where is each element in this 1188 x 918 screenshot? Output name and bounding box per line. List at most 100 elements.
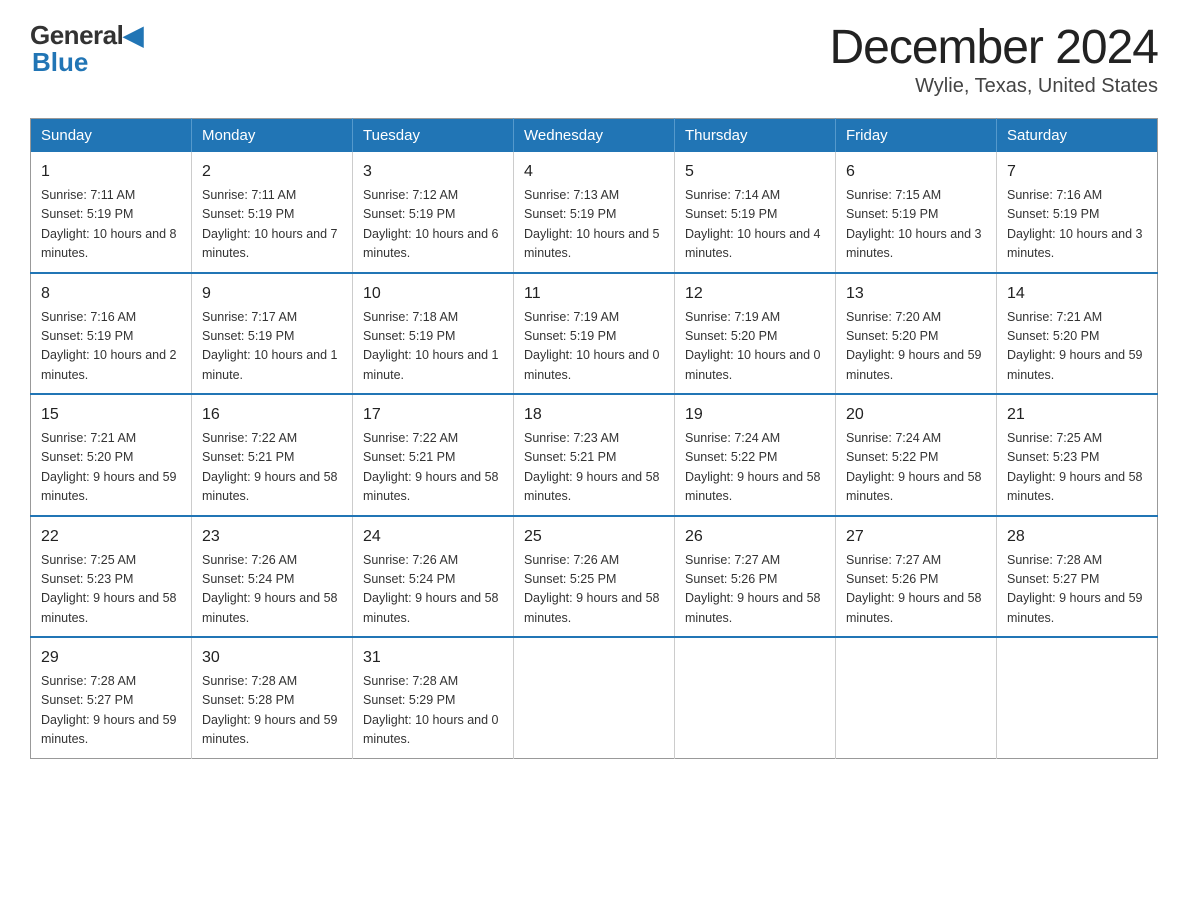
day-number: 5 xyxy=(685,160,825,184)
day-info: Sunrise: 7:25 AMSunset: 5:23 PMDaylight:… xyxy=(41,551,181,629)
day-info: Sunrise: 7:24 AMSunset: 5:22 PMDaylight:… xyxy=(846,429,986,507)
day-number: 20 xyxy=(846,403,986,427)
calendar-cell: 10Sunrise: 7:18 AMSunset: 5:19 PMDayligh… xyxy=(353,273,514,395)
day-number: 27 xyxy=(846,525,986,549)
day-info: Sunrise: 7:21 AMSunset: 5:20 PMDaylight:… xyxy=(1007,308,1147,386)
day-number: 7 xyxy=(1007,160,1147,184)
calendar-cell: 13Sunrise: 7:20 AMSunset: 5:20 PMDayligh… xyxy=(836,273,997,395)
column-header-friday: Friday xyxy=(836,119,997,153)
calendar-week-row: 1Sunrise: 7:11 AMSunset: 5:19 PMDaylight… xyxy=(31,152,1158,273)
day-info: Sunrise: 7:19 AMSunset: 5:19 PMDaylight:… xyxy=(524,308,664,386)
day-info: Sunrise: 7:23 AMSunset: 5:21 PMDaylight:… xyxy=(524,429,664,507)
calendar-cell: 22Sunrise: 7:25 AMSunset: 5:23 PMDayligh… xyxy=(31,516,192,638)
calendar-cell: 29Sunrise: 7:28 AMSunset: 5:27 PMDayligh… xyxy=(31,637,192,758)
day-number: 28 xyxy=(1007,525,1147,549)
day-number: 23 xyxy=(202,525,342,549)
day-number: 6 xyxy=(846,160,986,184)
day-info: Sunrise: 7:28 AMSunset: 5:27 PMDaylight:… xyxy=(1007,551,1147,629)
day-info: Sunrise: 7:18 AMSunset: 5:19 PMDaylight:… xyxy=(363,308,503,386)
day-number: 11 xyxy=(524,282,664,306)
calendar-cell: 30Sunrise: 7:28 AMSunset: 5:28 PMDayligh… xyxy=(192,637,353,758)
calendar-cell: 17Sunrise: 7:22 AMSunset: 5:21 PMDayligh… xyxy=(353,394,514,516)
month-title: December 2024 xyxy=(829,20,1158,75)
day-number: 31 xyxy=(363,646,503,670)
day-info: Sunrise: 7:28 AMSunset: 5:29 PMDaylight:… xyxy=(363,672,503,750)
calendar-cell xyxy=(836,637,997,758)
day-number: 10 xyxy=(363,282,503,306)
day-number: 21 xyxy=(1007,403,1147,427)
calendar-cell: 21Sunrise: 7:25 AMSunset: 5:23 PMDayligh… xyxy=(997,394,1158,516)
logo: General ◀ Blue xyxy=(30,20,143,78)
day-number: 18 xyxy=(524,403,664,427)
day-number: 14 xyxy=(1007,282,1147,306)
calendar-week-row: 8Sunrise: 7:16 AMSunset: 5:19 PMDaylight… xyxy=(31,273,1158,395)
calendar-cell: 8Sunrise: 7:16 AMSunset: 5:19 PMDaylight… xyxy=(31,273,192,395)
logo-blue-text: ◀ xyxy=(123,20,143,51)
calendar-cell: 26Sunrise: 7:27 AMSunset: 5:26 PMDayligh… xyxy=(675,516,836,638)
day-number: 16 xyxy=(202,403,342,427)
page-header: General ◀ Blue December 2024 Wylie, Texa… xyxy=(30,20,1158,98)
calendar-cell: 11Sunrise: 7:19 AMSunset: 5:19 PMDayligh… xyxy=(514,273,675,395)
day-info: Sunrise: 7:19 AMSunset: 5:20 PMDaylight:… xyxy=(685,308,825,386)
day-info: Sunrise: 7:17 AMSunset: 5:19 PMDaylight:… xyxy=(202,308,342,386)
day-info: Sunrise: 7:25 AMSunset: 5:23 PMDaylight:… xyxy=(1007,429,1147,507)
day-number: 1 xyxy=(41,160,181,184)
day-number: 9 xyxy=(202,282,342,306)
calendar-cell: 23Sunrise: 7:26 AMSunset: 5:24 PMDayligh… xyxy=(192,516,353,638)
day-info: Sunrise: 7:11 AMSunset: 5:19 PMDaylight:… xyxy=(41,186,181,264)
calendar-cell: 28Sunrise: 7:28 AMSunset: 5:27 PMDayligh… xyxy=(997,516,1158,638)
day-info: Sunrise: 7:22 AMSunset: 5:21 PMDaylight:… xyxy=(202,429,342,507)
calendar-table: SundayMondayTuesdayWednesdayThursdayFrid… xyxy=(30,118,1158,759)
day-number: 12 xyxy=(685,282,825,306)
calendar-cell: 2Sunrise: 7:11 AMSunset: 5:19 PMDaylight… xyxy=(192,152,353,273)
calendar-header-row: SundayMondayTuesdayWednesdayThursdayFrid… xyxy=(31,119,1158,153)
calendar-week-row: 15Sunrise: 7:21 AMSunset: 5:20 PMDayligh… xyxy=(31,394,1158,516)
day-number: 4 xyxy=(524,160,664,184)
day-info: Sunrise: 7:15 AMSunset: 5:19 PMDaylight:… xyxy=(846,186,986,264)
column-header-wednesday: Wednesday xyxy=(514,119,675,153)
calendar-cell xyxy=(997,637,1158,758)
day-info: Sunrise: 7:16 AMSunset: 5:19 PMDaylight:… xyxy=(1007,186,1147,264)
title-section: December 2024 Wylie, Texas, United State… xyxy=(829,20,1158,98)
calendar-cell: 18Sunrise: 7:23 AMSunset: 5:21 PMDayligh… xyxy=(514,394,675,516)
day-info: Sunrise: 7:11 AMSunset: 5:19 PMDaylight:… xyxy=(202,186,342,264)
day-info: Sunrise: 7:28 AMSunset: 5:28 PMDaylight:… xyxy=(202,672,342,750)
day-number: 25 xyxy=(524,525,664,549)
day-info: Sunrise: 7:24 AMSunset: 5:22 PMDaylight:… xyxy=(685,429,825,507)
column-header-tuesday: Tuesday xyxy=(353,119,514,153)
calendar-cell: 16Sunrise: 7:22 AMSunset: 5:21 PMDayligh… xyxy=(192,394,353,516)
column-header-saturday: Saturday xyxy=(997,119,1158,153)
calendar-cell xyxy=(675,637,836,758)
calendar-cell: 25Sunrise: 7:26 AMSunset: 5:25 PMDayligh… xyxy=(514,516,675,638)
day-info: Sunrise: 7:13 AMSunset: 5:19 PMDaylight:… xyxy=(524,186,664,264)
day-info: Sunrise: 7:21 AMSunset: 5:20 PMDaylight:… xyxy=(41,429,181,507)
calendar-week-row: 29Sunrise: 7:28 AMSunset: 5:27 PMDayligh… xyxy=(31,637,1158,758)
calendar-cell: 31Sunrise: 7:28 AMSunset: 5:29 PMDayligh… xyxy=(353,637,514,758)
calendar-cell: 12Sunrise: 7:19 AMSunset: 5:20 PMDayligh… xyxy=(675,273,836,395)
day-info: Sunrise: 7:26 AMSunset: 5:24 PMDaylight:… xyxy=(202,551,342,629)
column-header-monday: Monday xyxy=(192,119,353,153)
day-info: Sunrise: 7:27 AMSunset: 5:26 PMDaylight:… xyxy=(846,551,986,629)
day-info: Sunrise: 7:12 AMSunset: 5:19 PMDaylight:… xyxy=(363,186,503,264)
calendar-cell: 14Sunrise: 7:21 AMSunset: 5:20 PMDayligh… xyxy=(997,273,1158,395)
calendar-cell: 1Sunrise: 7:11 AMSunset: 5:19 PMDaylight… xyxy=(31,152,192,273)
day-number: 24 xyxy=(363,525,503,549)
day-info: Sunrise: 7:28 AMSunset: 5:27 PMDaylight:… xyxy=(41,672,181,750)
calendar-cell: 9Sunrise: 7:17 AMSunset: 5:19 PMDaylight… xyxy=(192,273,353,395)
calendar-cell: 4Sunrise: 7:13 AMSunset: 5:19 PMDaylight… xyxy=(514,152,675,273)
day-info: Sunrise: 7:26 AMSunset: 5:25 PMDaylight:… xyxy=(524,551,664,629)
calendar-week-row: 22Sunrise: 7:25 AMSunset: 5:23 PMDayligh… xyxy=(31,516,1158,638)
calendar-cell: 19Sunrise: 7:24 AMSunset: 5:22 PMDayligh… xyxy=(675,394,836,516)
calendar-cell xyxy=(514,637,675,758)
calendar-cell: 3Sunrise: 7:12 AMSunset: 5:19 PMDaylight… xyxy=(353,152,514,273)
day-number: 19 xyxy=(685,403,825,427)
calendar-cell: 27Sunrise: 7:27 AMSunset: 5:26 PMDayligh… xyxy=(836,516,997,638)
day-number: 30 xyxy=(202,646,342,670)
calendar-cell: 7Sunrise: 7:16 AMSunset: 5:19 PMDaylight… xyxy=(997,152,1158,273)
day-info: Sunrise: 7:14 AMSunset: 5:19 PMDaylight:… xyxy=(685,186,825,264)
day-number: 13 xyxy=(846,282,986,306)
day-number: 17 xyxy=(363,403,503,427)
calendar-cell: 15Sunrise: 7:21 AMSunset: 5:20 PMDayligh… xyxy=(31,394,192,516)
day-number: 29 xyxy=(41,646,181,670)
logo-blue-label: Blue xyxy=(32,47,88,78)
